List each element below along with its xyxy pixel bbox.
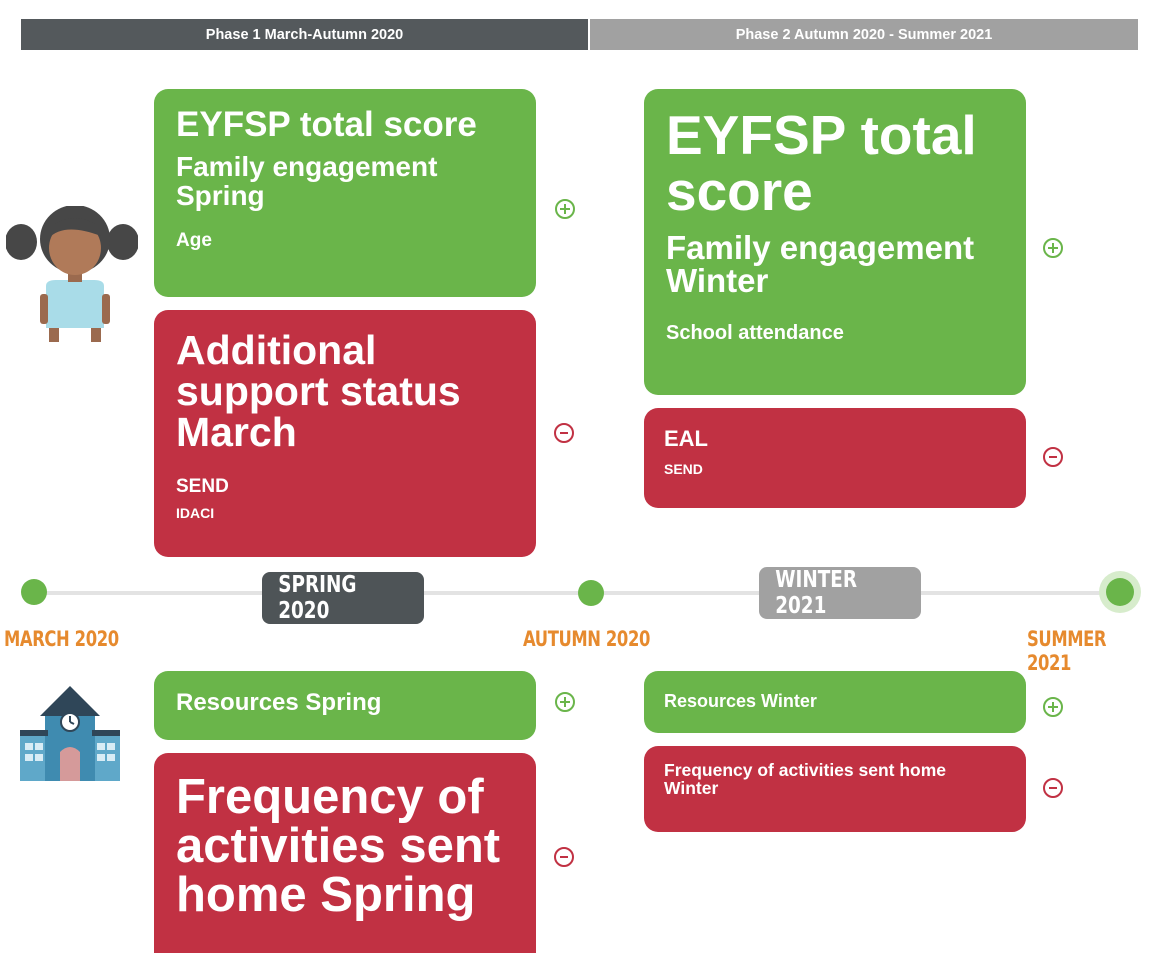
factor-small: Age [176, 229, 212, 251]
phase-2-label: Phase 2 Autumn 2020 - Summer 2021 [735, 26, 993, 43]
factor-tiny: IDACI [176, 505, 215, 521]
minus-circle-icon [1043, 447, 1063, 467]
timeline-node-autumn [578, 580, 604, 606]
factor-title: Resources Spring [176, 689, 382, 716]
girl-icon [5, 205, 139, 346]
factor-small: SEND [176, 476, 229, 497]
date-label-march: MARCH 2020 [4, 627, 119, 651]
factor-subtitle: Family engagement Winter [666, 229, 975, 300]
phase-1-label: Phase 1 March-Autumn 2020 [205, 26, 404, 43]
school-building-icon [18, 686, 122, 781]
child-phase2-negative-card: EAL SEND [644, 408, 1026, 508]
phase-2-bar: Phase 2 Autumn 2020 - Summer 2021 [590, 19, 1138, 50]
season-label-spring: SPRING 2020 [262, 572, 424, 624]
factor-title: EAL [664, 426, 708, 451]
plus-circle-icon [555, 692, 575, 712]
factor-title: Frequency of activities sent home Spring [176, 770, 501, 922]
factor-small: School attendance [666, 322, 844, 345]
plus-circle-icon [1043, 697, 1063, 717]
phase-1-bar: Phase 1 March-Autumn 2020 [21, 19, 588, 50]
timeline-line [34, 591, 1120, 595]
minus-circle-icon [554, 423, 574, 443]
date-label-autumn: AUTUMN 2020 [523, 627, 650, 651]
school-phase2-positive-card: Resources Winter [644, 671, 1026, 733]
school-phase1-negative-card: Frequency of activities sent home Spring [154, 753, 536, 953]
factor-title: EYFSP total score [176, 105, 477, 144]
season-label-winter: WINTER 2021 [759, 567, 921, 619]
date-label-summer: SUMMER 2021 [1027, 627, 1107, 675]
child-phase2-positive-card: EYFSP total score Family engagement Wint… [644, 89, 1026, 395]
plus-circle-icon [1043, 238, 1063, 258]
factor-title: Frequency of activities sent home Winter [664, 760, 947, 798]
child-phase1-negative-card: Additional support status March SEND IDA… [154, 310, 536, 557]
minus-circle-icon [554, 847, 574, 867]
plus-circle-icon [555, 199, 575, 219]
factor-title: Additional support status March [176, 327, 461, 455]
factor-subtitle: Family engagement Spring [176, 151, 438, 212]
child-phase1-positive-card: EYFSP total score Family engagement Spri… [154, 89, 536, 297]
school-phase1-positive-card: Resources Spring [154, 671, 536, 740]
factor-tiny: SEND [664, 461, 703, 477]
minus-circle-icon [1043, 778, 1063, 798]
timeline-node-summer-inner [1106, 578, 1134, 606]
school-phase2-negative-card: Frequency of activities sent home Winter [644, 746, 1026, 832]
factor-title: Resources Winter [664, 691, 817, 711]
factor-title: EYFSP total score [666, 104, 977, 223]
timeline-node-march [21, 579, 47, 605]
